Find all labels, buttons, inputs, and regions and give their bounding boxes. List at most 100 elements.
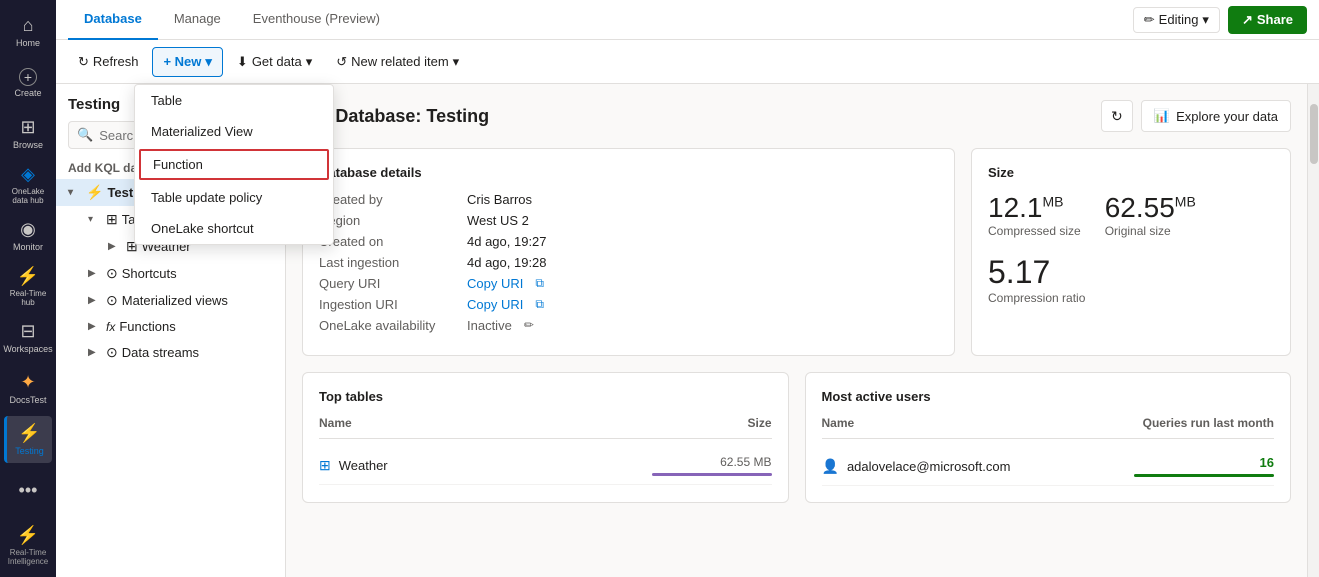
ingestion-uri-label: Ingestion URI (319, 297, 459, 312)
size-card-title: Size (988, 165, 1274, 180)
new-related-button[interactable]: ↺ New related item ▾ (326, 48, 469, 76)
top-tabs: Database Manage Eventhouse (Preview) (68, 0, 396, 40)
user-email: adalovelace@microsoft.com (847, 459, 1010, 474)
nav-onelake-label: OneLakedata hub (12, 187, 44, 205)
get-data-chevron-icon: ▾ (306, 54, 313, 70)
nav-testing-label: Testing (15, 446, 44, 456)
content-header: 🗄 Database: Testing ↻ 📊 Explore your dat… (302, 100, 1291, 132)
explore-data-button[interactable]: 📊 Explore your data (1141, 100, 1291, 132)
nav-testing[interactable]: ⚡ Testing (4, 416, 52, 463)
content-title-text: Database: Testing (335, 106, 489, 127)
new-related-label: New related item (351, 54, 449, 69)
datastreams-arrow-icon: ▶ (88, 347, 102, 358)
edit-icon[interactable]: ✏ (524, 318, 534, 333)
table-row-name: ⊞ Weather (319, 457, 388, 474)
content-area: 🗄 Database: Testing ↻ 📊 Explore your dat… (286, 84, 1307, 577)
nav-docstest[interactable]: ✦ DocsTest (4, 365, 52, 412)
sidebar-item-materialized-views[interactable]: ▶ ⊙ Materialized views (76, 287, 285, 314)
shortcuts-arrow-icon: ▶ (88, 268, 102, 279)
nav-monitor-label: Monitor (13, 242, 43, 252)
top-bar: Database Manage Eventhouse (Preview) ✏ E… (56, 0, 1319, 40)
dropdown-item-table-update-policy[interactable]: Table update policy (135, 182, 333, 213)
nav-more[interactable]: ••• (4, 467, 52, 514)
compressed-size: 12.1MB Compressed size (988, 192, 1081, 238)
new-related-icon: ↺ (336, 54, 347, 70)
get-data-label: Get data (252, 54, 302, 69)
ingestion-uri-value[interactable]: Copy URI (467, 297, 523, 312)
nav-browse-label: Browse (13, 140, 43, 150)
database-details-card: Database details Created by Cris Barros … (302, 148, 955, 356)
more-icon: ••• (19, 480, 38, 501)
tab-eventhouse[interactable]: Eventhouse (Preview) (237, 0, 396, 40)
original-value: 62.55MB (1105, 192, 1196, 224)
refresh-button[interactable]: ↻ Refresh (68, 48, 148, 76)
original-label: Original size (1105, 224, 1196, 238)
sidebar-datastreams-label: Data streams (122, 345, 273, 360)
get-data-button[interactable]: ⬇ Get data ▾ (227, 48, 322, 76)
share-button[interactable]: ↗ Share (1228, 6, 1307, 34)
nav-workspaces-label: Workspaces (3, 344, 52, 354)
user-queries-count: 16 (1260, 455, 1274, 470)
new-button[interactable]: + New ▾ (152, 47, 222, 77)
create-icon: + (19, 68, 37, 86)
created-by-label: Created by (319, 192, 459, 207)
sidebar-item-functions[interactable]: ▶ fx Functions (76, 314, 285, 339)
original-size: 62.55MB Original size (1105, 192, 1196, 238)
weather-row-size: 62.55 MB (720, 455, 771, 469)
user-row-name: 👤 adalovelace@microsoft.com (822, 458, 1011, 475)
nav-onelake[interactable]: ◈ OneLakedata hub (4, 161, 52, 208)
dropdown-item-onelake-shortcut[interactable]: OneLake shortcut (135, 213, 333, 244)
nav-home[interactable]: ⌂ Home (4, 8, 52, 55)
sidebar-item-data-streams[interactable]: ▶ ⊙ Data streams (76, 339, 285, 366)
nav-workspaces[interactable]: ⊟ Workspaces (4, 314, 52, 361)
editing-button[interactable]: ✏ Editing ▾ (1133, 7, 1220, 33)
dropdown-item-table[interactable]: Table (135, 85, 333, 116)
functions-arrow-icon: ▶ (88, 321, 102, 332)
nav-home-label: Home (16, 38, 40, 48)
table-row-size: 62.55 MB (652, 455, 772, 476)
last-ingestion-label: Last ingestion (319, 255, 459, 270)
share-label: Share (1257, 12, 1293, 27)
tab-database[interactable]: Database (68, 0, 158, 40)
dropdown-item-function[interactable]: Function (139, 149, 329, 180)
scrollbar-thumb (1310, 104, 1318, 164)
tab-manage[interactable]: Manage (158, 0, 237, 40)
tables-col-size: Size (747, 416, 771, 430)
sidebar-item-shortcuts[interactable]: ▶ ⊙ Shortcuts (76, 260, 285, 287)
weather-size-bar (652, 473, 772, 476)
nav-realtime-label: Real-Timehub (10, 289, 47, 307)
queries-bar (1134, 474, 1274, 477)
home-icon: ⌂ (23, 15, 34, 36)
user-row-queries: 16 (1134, 455, 1274, 477)
nav-monitor[interactable]: ◉ Monitor (4, 212, 52, 259)
pencil-icon: ✏ (1144, 12, 1155, 28)
testing-db-icon: ⚡ (86, 184, 103, 201)
nav-create-label: Create (14, 88, 41, 98)
refresh-icon: ↻ (78, 54, 89, 70)
detail-ingestion-uri: Ingestion URI Copy URI ⧉ (319, 297, 938, 312)
right-scrollbar[interactable] (1307, 84, 1319, 577)
sidebar-shortcuts-label: Shortcuts (122, 266, 273, 281)
bottom-cards-row: Top tables Name Size ⊞ Weather 62.55 MB (302, 372, 1291, 503)
editing-label: Editing (1159, 12, 1199, 27)
rti-icon: ⚡ (17, 525, 39, 546)
nav-realtime[interactable]: ⚡ Real-Timehub (4, 263, 52, 310)
weather-row-label: Weather (339, 458, 388, 473)
query-uri-label: Query URI (319, 276, 459, 291)
table-row: ⊞ Weather 62.55 MB (319, 447, 772, 485)
weather-arrow-icon: ▶ (108, 241, 122, 252)
nav-rti-label: Real-TimeIntelligence (8, 548, 48, 566)
detail-last-ingestion: Last ingestion 4d ago, 19:28 (319, 255, 938, 270)
compressed-label: Compressed size (988, 224, 1081, 238)
nav-browse[interactable]: ⊞ Browse (4, 110, 52, 157)
top-cards-row: Database details Created by Cris Barros … (302, 148, 1291, 356)
query-uri-value[interactable]: Copy URI (467, 276, 523, 291)
nav-rti[interactable]: ⚡ Real-TimeIntelligence (4, 522, 52, 569)
refresh-icon-btn[interactable]: ↻ (1101, 100, 1133, 132)
nav-create[interactable]: + Create (4, 59, 52, 106)
tables-col-name: Name (319, 416, 352, 430)
dropdown-item-materialized-view[interactable]: Materialized View (135, 116, 333, 147)
explore-label: Explore your data (1176, 109, 1278, 124)
users-table-header: Name Queries run last month (822, 416, 1275, 439)
ratio-label: Compression ratio (988, 291, 1274, 305)
